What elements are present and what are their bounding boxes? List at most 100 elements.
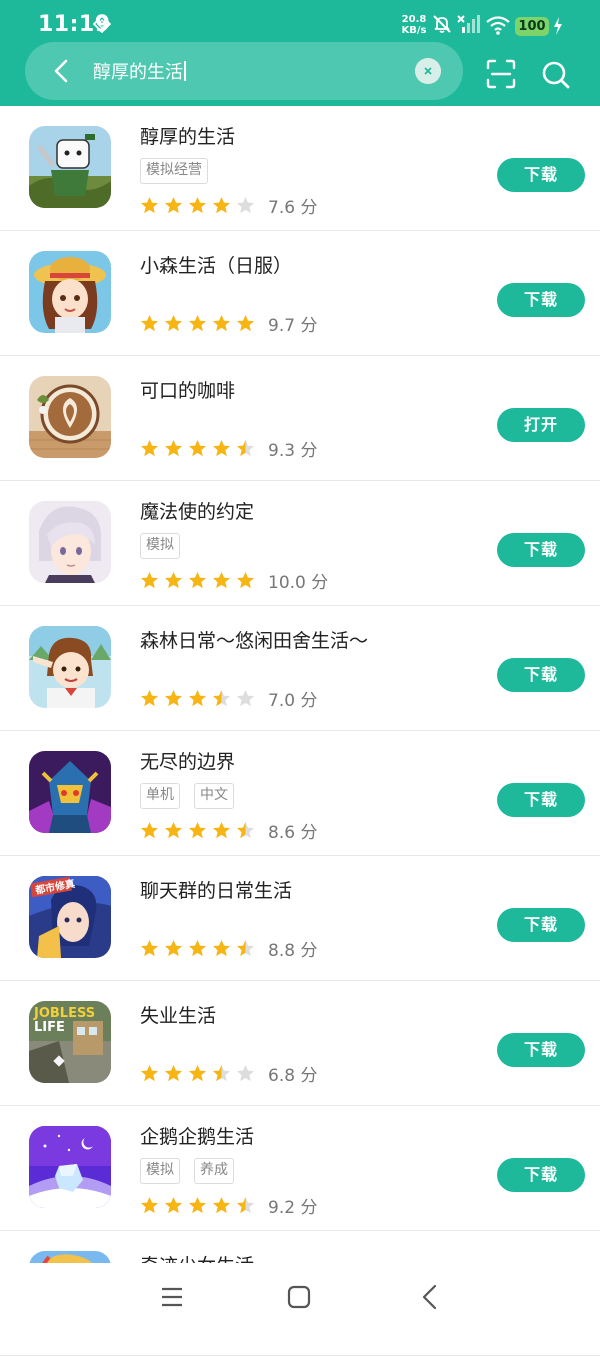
download-button[interactable]: 下载 [497, 533, 585, 567]
search-query-text: 醇厚的生活 [93, 62, 183, 83]
app-name[interactable]: 魔法使的约定 [140, 497, 254, 524]
rating-score-value: 9.2 [268, 1198, 296, 1218]
app-list-item[interactable]: 醇厚的生活 模拟经营 7.6 分 下载 [0, 106, 600, 231]
star-full-icon [140, 314, 159, 332]
battery-indicator: 100 [515, 17, 549, 36]
search-icon[interactable] [540, 59, 572, 91]
game-icon-straw-hat-girl[interactable] [29, 251, 111, 333]
app-name[interactable]: 可口的咖啡 [140, 376, 235, 403]
rating-score: 9.3 分 [268, 436, 317, 461]
app-list-item[interactable]: 都市修真 聊天群的日常生活 8.8 分 下载 [0, 856, 600, 981]
download-button[interactable]: 下载 [497, 908, 585, 942]
star-half-icon [236, 1196, 255, 1214]
app-list-item[interactable]: JOBLESS LIFE 失业生活 6.8 分 下载 [0, 981, 600, 1106]
app-list-item[interactable]: 魔法使的约定 模拟 10.0 分 下载 [0, 481, 600, 606]
app-list-item[interactable]: 可口的咖啡 9.3 分 打开 [0, 356, 600, 481]
star-full-icon [140, 439, 159, 457]
star-rating: 9.3 分 [140, 436, 317, 461]
app-name[interactable]: 醇厚的生活 [140, 122, 235, 149]
app-name[interactable]: 小森生活（日服） [140, 251, 292, 278]
app-name[interactable]: 森林日常～悠闲田舍生活～ [140, 626, 368, 653]
search-input[interactable]: 醇厚的生活 [93, 58, 186, 84]
star-rating: 10.0 分 [140, 568, 328, 593]
star-rating: 9.2 分 [140, 1193, 317, 1218]
network-speed-value: 20.8 [401, 14, 427, 25]
star-rating: 7.0 分 [140, 686, 317, 711]
star-full-icon [188, 196, 207, 214]
app-name[interactable]: 无尽的边界 [140, 747, 235, 774]
download-button[interactable]: 下载 [497, 1158, 585, 1192]
game-icon-latte-art[interactable] [29, 376, 111, 458]
star-full-icon [140, 571, 159, 589]
star-full-icon [236, 314, 255, 332]
clear-search-icon[interactable] [415, 58, 441, 84]
rating-score: 7.0 分 [268, 686, 317, 711]
star-rating: 7.6 分 [140, 193, 317, 218]
scan-icon[interactable] [486, 59, 516, 89]
game-icon-armored-warrior[interactable] [29, 751, 111, 833]
star-full-icon [164, 1064, 183, 1082]
star-full-icon [212, 821, 231, 839]
home-icon[interactable] [287, 1285, 311, 1309]
star-full-icon [188, 821, 207, 839]
star-full-icon [188, 939, 207, 957]
star-full-icon [164, 821, 183, 839]
back-arrow-icon[interactable] [47, 56, 77, 86]
star-full-icon [140, 939, 159, 957]
rating-score: 10.0 分 [268, 568, 328, 593]
recent-apps-icon[interactable] [160, 1285, 184, 1309]
star-full-icon [212, 314, 231, 332]
top-bar: 11:19 20.8 KB/s 100 醇厚的生活 [0, 0, 600, 106]
game-icon-jobless-life[interactable]: JOBLESS LIFE [29, 1001, 111, 1083]
game-icon-blue-hair-boy[interactable]: 都市修真 [29, 876, 111, 958]
open-button[interactable]: 打开 [497, 408, 585, 442]
rating-score-unit: 分 [300, 198, 318, 218]
network-speed-unit: KB/s [401, 25, 427, 36]
star-full-icon [212, 196, 231, 214]
star-full-icon [164, 196, 183, 214]
star-rating: 8.8 分 [140, 936, 317, 961]
download-button[interactable]: 下载 [497, 783, 585, 817]
download-button[interactable]: 下载 [497, 283, 585, 317]
game-icon-purple-night-gem[interactable] [29, 1126, 111, 1208]
game-icon-silver-hair-boy[interactable] [29, 501, 111, 583]
star-full-icon [188, 1196, 207, 1214]
app-name[interactable]: 失业生活 [140, 1001, 216, 1028]
app-list-item[interactable]: 小森生活（日服） 9.7 分 下载 [0, 231, 600, 356]
star-full-icon [164, 939, 183, 957]
star-full-icon [164, 571, 183, 589]
app-name[interactable]: 聊天群的日常生活 [140, 876, 292, 903]
app-name[interactable]: 企鹅企鹅生活 [140, 1122, 254, 1149]
star-half-icon [212, 689, 231, 707]
rating-score: 9.2 分 [268, 1193, 317, 1218]
app-tags: 模拟 [140, 533, 180, 559]
star-rating: 9.7 分 [140, 311, 317, 336]
nav-back-icon[interactable] [418, 1284, 442, 1310]
star-half-icon [212, 1064, 231, 1082]
app-tags: 模拟 养成 [140, 1158, 234, 1184]
star-full-icon [188, 689, 207, 707]
download-button[interactable]: 下载 [497, 158, 585, 192]
star-full-icon [212, 939, 231, 957]
star-full-icon [188, 314, 207, 332]
category-tag: 养成 [194, 1158, 234, 1184]
app-list-item[interactable]: 企鹅企鹅生活 模拟 养成 9.2 分 下载 [0, 1106, 600, 1231]
star-full-icon [188, 439, 207, 457]
star-full-icon [188, 571, 207, 589]
network-speed: 20.8 KB/s [398, 14, 430, 36]
rating-score-value: 8.8 [268, 941, 296, 961]
star-full-icon [164, 314, 183, 332]
game-icon-saluting-girl[interactable] [29, 626, 111, 708]
status-bar: 11:19 20.8 KB/s 100 [0, 0, 600, 44]
search-box[interactable]: 醇厚的生活 [25, 42, 463, 100]
rating-score-unit: 分 [300, 1066, 318, 1086]
rating-score-value: 9.7 [268, 316, 296, 336]
app-list-item[interactable]: 无尽的边界 单机 中文 8.6 分 下载 [0, 731, 600, 856]
rating-score-value: 7.0 [268, 691, 296, 711]
app-list-item[interactable]: 森林日常～悠闲田舍生活～ 7.0 分 下载 [0, 606, 600, 731]
download-button[interactable]: 下载 [497, 1033, 585, 1067]
rating-score-value: 6.8 [268, 1066, 296, 1086]
star-full-icon [212, 439, 231, 457]
download-button[interactable]: 下载 [497, 658, 585, 692]
game-icon-white-block-character[interactable] [29, 126, 111, 208]
